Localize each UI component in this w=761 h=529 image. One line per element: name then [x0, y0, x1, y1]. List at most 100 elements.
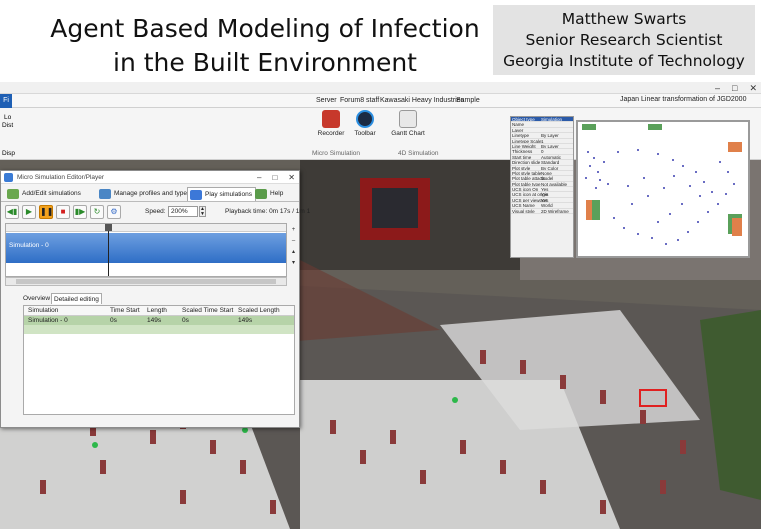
property-value: By Color — [541, 165, 559, 171]
left-label-1: Lo — [4, 114, 12, 121]
grid-header: Simulation Time Start Length Scaled Time… — [24, 306, 294, 316]
add-simulation-icon — [7, 189, 19, 199]
minimize-icon[interactable]: – — [257, 171, 261, 184]
recorder-icon — [322, 110, 340, 128]
micro-simulation-group-label: Micro Simulation — [312, 150, 361, 157]
scroll-down-icon[interactable]: ▾ — [289, 258, 298, 269]
property-value: By Layer — [541, 133, 559, 139]
property-value: Not available — [541, 181, 568, 187]
minimize-icon[interactable]: – — [715, 82, 720, 94]
property-value: Automatic — [541, 154, 562, 160]
playhead-handle[interactable] — [105, 224, 112, 231]
maximize-icon[interactable]: □ — [732, 82, 737, 94]
close-icon[interactable]: ✕ — [288, 171, 295, 184]
pause-icon[interactable]: ❚❚ — [39, 205, 53, 219]
app-menubar: Fi Server Forum8 staff Kawasaki Heavy In… — [0, 94, 761, 108]
speed-input[interactable]: 200% — [168, 206, 198, 217]
left-label-3: Disp — [2, 150, 16, 157]
playhead-line — [108, 224, 109, 276]
micro-simulation-window: Micro Simulation Editor/Player – □ ✕ Add… — [0, 170, 310, 428]
tab-label: Manage profiles and types — [114, 190, 191, 197]
maximize-icon[interactable]: □ — [272, 171, 277, 184]
property-key: Visual style — [512, 208, 535, 214]
author-box: Matthew Swarts Senior Research Scientist… — [493, 5, 755, 75]
column-header[interactable]: Scaled Length — [238, 307, 280, 314]
zoom-out-icon[interactable]: – — [289, 236, 298, 247]
column-header[interactable]: Scaled Time Start — [182, 307, 233, 314]
toolbar-icon — [356, 110, 374, 128]
property-key: Direction slide — [512, 160, 541, 166]
left-label-2: Dist — [2, 122, 14, 129]
scrollbar-thumb[interactable] — [16, 279, 276, 284]
app-screenshot: – □ ✕ Fi Server Forum8 staff Kawasaki He… — [0, 82, 761, 529]
file-menu-tab[interactable]: Fi — [0, 94, 12, 108]
toolbar-button[interactable]: Toolbar — [350, 110, 380, 137]
property-key: Object type — [512, 117, 535, 122]
column-header[interactable]: Simulation — [28, 307, 58, 314]
tab-manage-profiles[interactable]: Manage profiles and types — [97, 187, 193, 201]
timeline-side-buttons: + – ▴ ▾ — [289, 225, 298, 269]
skip-back-icon[interactable]: ◀▮ — [5, 205, 19, 219]
table-row[interactable]: Simulation - 0 0s 149s 0s 149s — [24, 316, 294, 325]
skip-forward-icon[interactable]: ▮▶ — [73, 205, 87, 219]
table-row-empty — [24, 325, 294, 334]
app-icon — [4, 173, 13, 182]
close-icon[interactable]: ✕ — [749, 82, 757, 94]
timeline-scrollbar[interactable] — [5, 277, 287, 286]
cell-time-start: 0s — [110, 317, 117, 324]
speed-label: Speed: — [145, 208, 166, 215]
tab-add-edit-simulations[interactable]: Add/Edit simulations — [5, 187, 84, 201]
sim-window-titlebar: Micro Simulation Editor/Player – □ ✕ — [1, 171, 299, 184]
tab-play-simulations[interactable]: Play simulations — [187, 187, 256, 201]
menu-sample[interactable]: Sample — [456, 97, 480, 104]
column-header[interactable]: Length — [147, 307, 167, 314]
sim-window-title: Micro Simulation Editor/Player — [17, 174, 105, 181]
column-header[interactable]: Time Start — [110, 307, 140, 314]
property-key: UCS icon On — [512, 187, 539, 193]
simulation-grid: Simulation Time Start Length Scaled Time… — [23, 305, 295, 415]
menu-forum8-staff[interactable]: Forum8 staff — [340, 97, 379, 104]
sim-tabs: Add/Edit simulations Manage profiles and… — [1, 184, 299, 202]
tab-help[interactable]: Help — [253, 187, 286, 201]
cell-scaled-length: 149s — [238, 317, 253, 324]
profiles-icon — [99, 189, 111, 199]
gantt-chart-button[interactable]: Gantt Chart — [388, 110, 428, 137]
tab-detailed-editing[interactable]: Detailed editing — [51, 293, 102, 304]
menu-kawasaki[interactable]: Kawasaki Heavy Industries — [380, 97, 464, 104]
property-value: Yes — [541, 192, 549, 198]
property-value: By Layer — [541, 143, 559, 149]
simulation-timeline[interactable]: Simulation - 0 — [5, 223, 287, 277]
author-name: Matthew Swarts — [561, 10, 687, 28]
loop-icon[interactable]: ↻ — [90, 205, 104, 219]
gantt-chart-label: Gantt Chart — [391, 130, 425, 137]
recorder-button[interactable]: Recorder — [316, 110, 346, 137]
property-value: 2D Wireframe — [541, 208, 569, 214]
menu-server[interactable]: Server — [316, 97, 337, 104]
scroll-up-icon[interactable]: ▴ — [289, 247, 298, 258]
playback-time: Playback time: 0m 17s / 1m 1 — [225, 208, 311, 215]
property-value: Yes — [541, 187, 549, 193]
agent-map — [578, 122, 748, 256]
property-value: Model — [541, 176, 554, 182]
timeline-bar-label: Simulation - 0 — [9, 242, 49, 249]
author-role: Senior Research Scientist — [525, 31, 723, 49]
property-key: Start time — [512, 154, 532, 160]
zoom-in-icon[interactable]: + — [289, 225, 298, 236]
property-key: UCS Name — [512, 203, 535, 209]
property-key: Plot style — [512, 165, 531, 171]
property-key: Linetype — [512, 133, 530, 139]
property-key: Layer — [512, 127, 524, 133]
speed-spinner[interactable]: ▲ ▼ — [199, 206, 206, 217]
timeline-simulation-bar[interactable]: Simulation - 0 — [6, 233, 286, 263]
tab-overview[interactable]: Overview — [21, 293, 52, 304]
play-icon[interactable]: ▶ — [22, 205, 36, 219]
coordinate-system-label: Japan Linear transformation of JGD2000 — [620, 96, 747, 103]
tab-label: Play simulations — [205, 191, 252, 198]
property-row[interactable]: Visual style 2D Wireframe — [511, 208, 573, 215]
slide-title: Agent Based Modeling of Infection in the… — [40, 12, 490, 80]
app-titlebar: – □ ✕ — [0, 82, 761, 94]
settings-icon[interactable]: ⚙ — [107, 205, 121, 219]
agent-map-view[interactable] — [576, 120, 750, 258]
toolbar-label: Toolbar — [354, 130, 376, 137]
stop-icon[interactable]: ■ — [56, 205, 70, 219]
